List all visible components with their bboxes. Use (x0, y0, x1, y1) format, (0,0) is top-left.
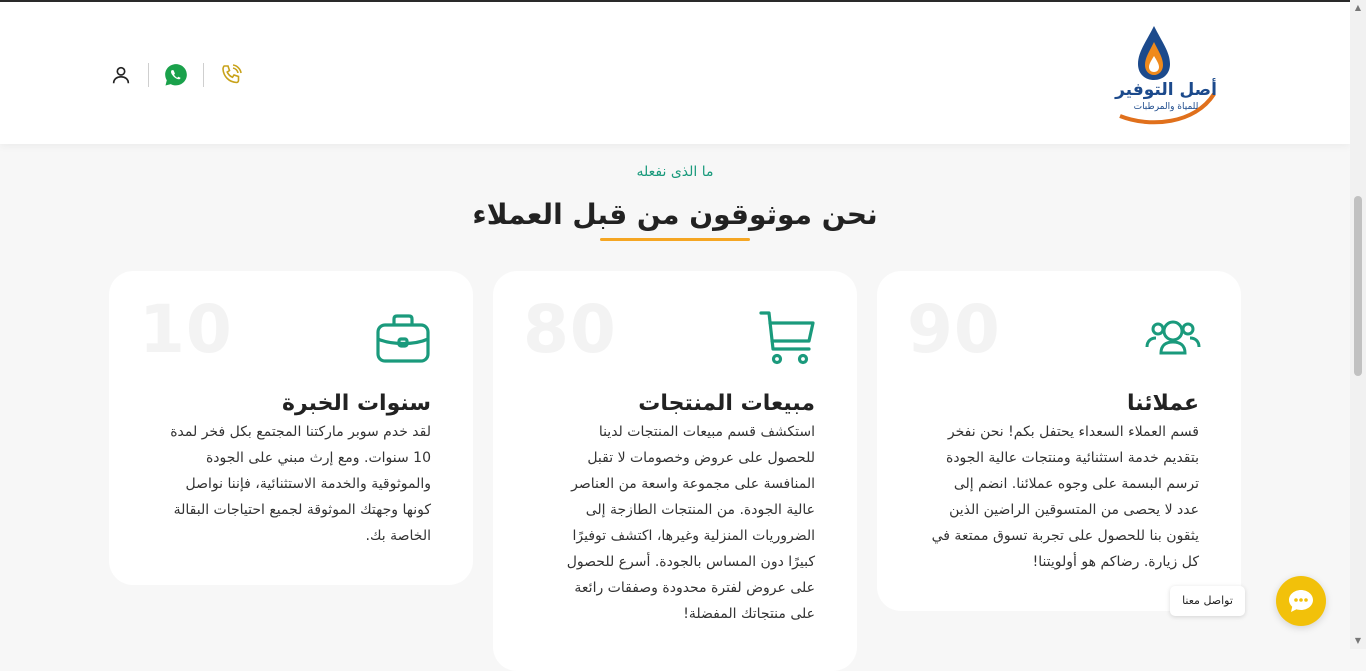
chat-tooltip[interactable]: تواصل معنا (1170, 586, 1245, 616)
header-divider (203, 63, 204, 87)
stat-title: عملائنا (1127, 391, 1199, 416)
scroll-up-arrow-icon[interactable]: ▲ (1353, 3, 1363, 13)
description-line: على عروض لفترة محدودة وصفقات رائعة (574, 580, 815, 596)
site-logo[interactable]: أصل التوفير للمياة والمرطبات (1110, 20, 1222, 128)
description-line: 10 سنوات. ومع إرث مبني على الجودة (205, 450, 431, 466)
logo-subtitle: للمياة والمرطبات (1133, 102, 1199, 112)
scroll-down-arrow-icon[interactable]: ▼ (1353, 636, 1363, 646)
stat-description: استكشف قسم مبيعات المنتجات لدينا للحصول … (515, 419, 815, 627)
stat-number: 90 (907, 291, 1001, 368)
description-line: المنافسة على مجموعة واسعة من العناصر (571, 476, 815, 492)
description-line: الضروريات المنزلية وغيرها، اكتشف توفيرًا (572, 528, 816, 544)
description-line: ترسم البسمة على وجوه عملائنا. انضم إلى (953, 476, 1199, 492)
users-icon (1143, 307, 1203, 367)
stat-title: سنوات الخبرة (281, 391, 431, 416)
description-line: يثقون بنا للحصول على تجربة تسوق ممتعة في (931, 528, 1199, 544)
description-line: الخاصة بك. (365, 528, 431, 544)
chat-button[interactable] (1276, 576, 1326, 626)
description-line: كبيرًا دون المساس بالجودة. أسرع للحصول (566, 554, 815, 570)
logo-title: أصل التوفير (1115, 80, 1217, 100)
stat-number: 80 (523, 291, 617, 368)
header-divider (148, 63, 149, 87)
stat-description: قسم العملاء السعداء يحتفل بكم! نحن نفخر … (899, 419, 1199, 575)
description-line: كل زيارة. رضاكم هو أولويتنا! (1032, 554, 1199, 570)
whatsapp-icon[interactable] (161, 60, 191, 90)
description-line: بتقديم خدمة استثنائية ومنتجات عالية الجو… (945, 450, 1199, 466)
site-header: أصل التوفير للمياة والمرطبات (0, 2, 1350, 144)
scrollbar-thumb[interactable] (1354, 196, 1362, 376)
section-title: نحن موثوقون من قبل العملاء (472, 198, 878, 231)
phone-icon[interactable] (216, 60, 246, 90)
briefcase-icon (373, 309, 433, 369)
section-eyebrow: ما الذى نفعله (636, 164, 714, 180)
stat-title: مبيعات المنتجات (638, 391, 815, 416)
description-line: عدد لا يحصى من المتسوقين الراضين الذين (949, 502, 1199, 518)
description-line: قسم العملاء السعداء يحتفل بكم! نحن نفخر (947, 424, 1199, 440)
stat-card-experience: 10 سنوات الخبرة لقد خدم سوبر ماركتنا الم… (109, 271, 473, 585)
cart-icon (757, 307, 817, 367)
description-line: لقد خدم سوبر ماركتنا المجتمع بكل فخر لمد… (170, 424, 431, 440)
user-icon[interactable] (106, 60, 136, 90)
title-underline (600, 238, 750, 241)
stat-number: 10 (139, 291, 233, 368)
description-line: كونها وجهتك الموثوقة لجميع احتياجات البق… (173, 502, 431, 518)
stat-card-customers: 90 عملائنا قسم العملاء السعداء يحتفل بكم… (877, 271, 1241, 611)
chat-icon (1289, 590, 1313, 612)
stat-card-sales: 80 مبيعات المنتجات استكشف قسم مبيعات الم… (493, 271, 857, 671)
description-line: على منتجاتك المفضلة! (683, 606, 815, 622)
description-line: والموثوقية والخدمة الاستثنائية، فإننا نو… (185, 476, 431, 492)
description-line: للحصول على عروض وخصومات لا تقبل (587, 450, 815, 466)
header-actions (106, 60, 246, 90)
page-scrollbar[interactable]: ▲ ▼ (1350, 0, 1366, 649)
description-line: عالية الجودة. من المنتجات الطازجة إلى (585, 502, 815, 518)
stat-description: لقد خدم سوبر ماركتنا المجتمع بكل فخر لمد… (131, 419, 431, 549)
description-line: استكشف قسم مبيعات المنتجات لدينا (598, 424, 815, 440)
